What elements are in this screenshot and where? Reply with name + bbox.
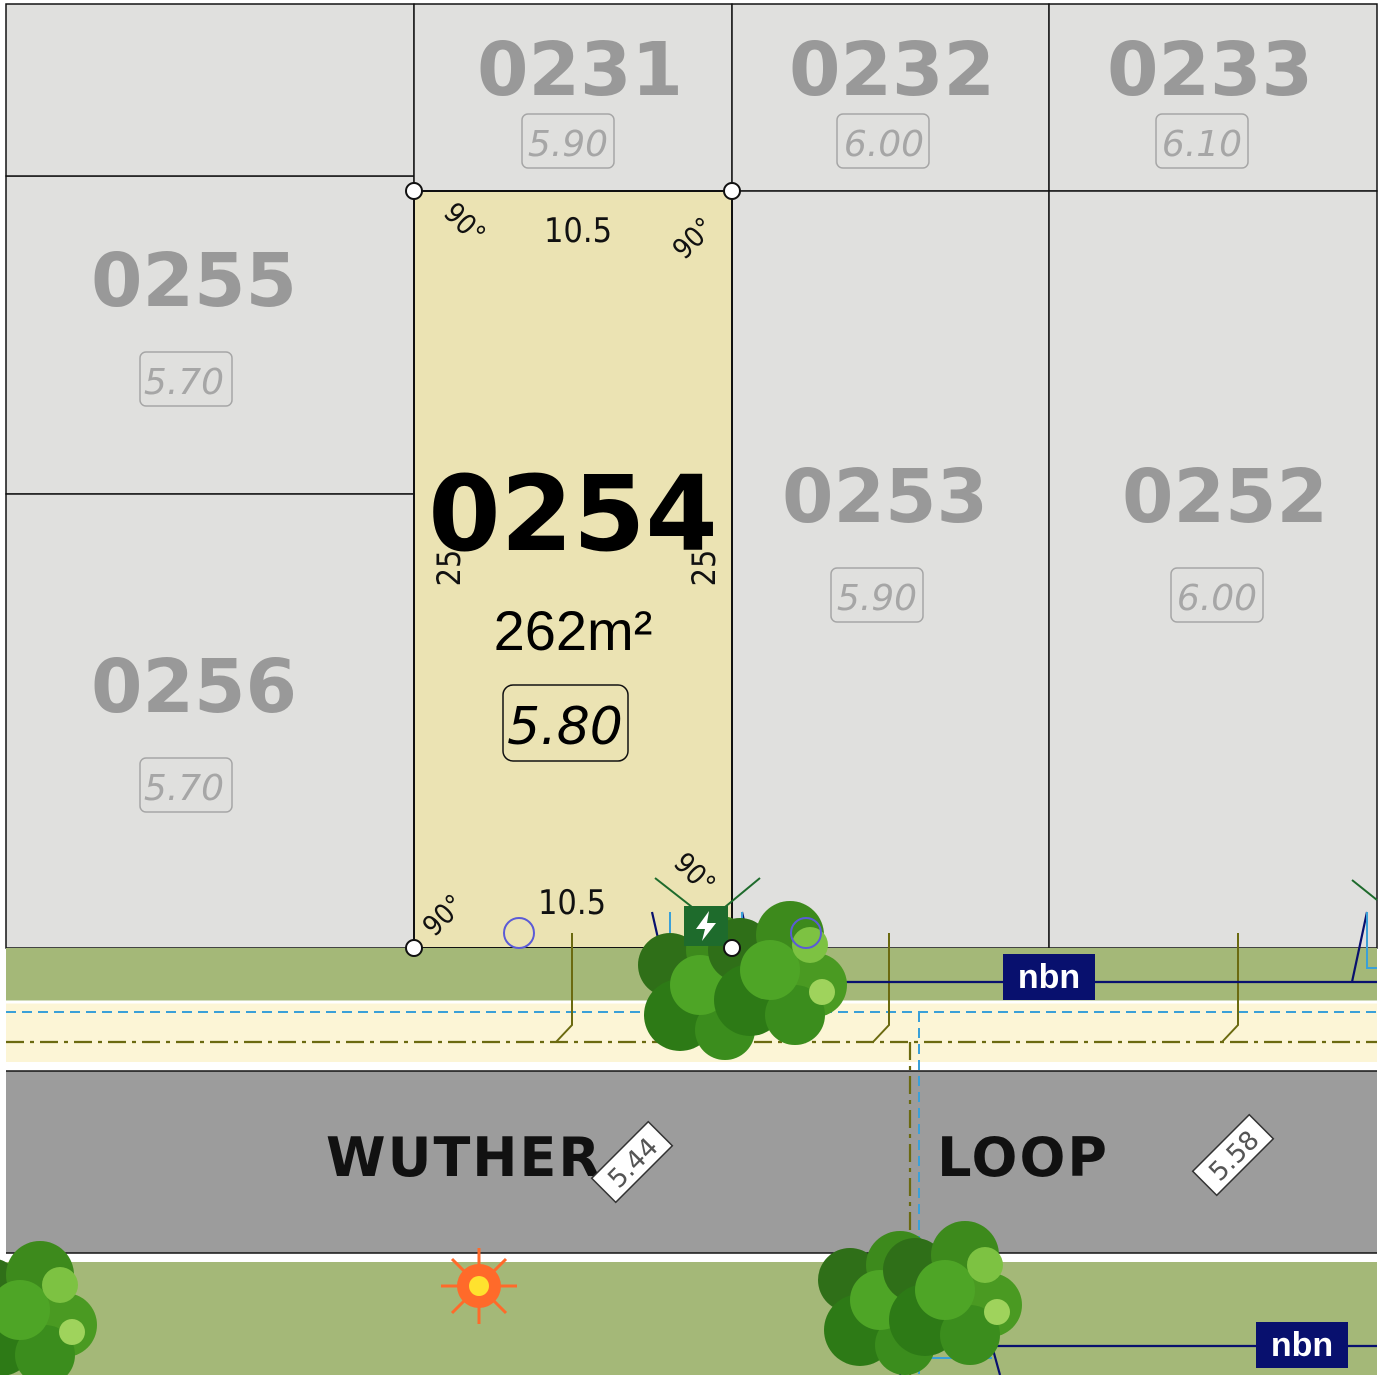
street-name-part2: LOOP xyxy=(937,1126,1109,1189)
lot-0232-level: 6.00 xyxy=(844,124,924,165)
verge-south xyxy=(6,1262,1377,1375)
lot-0252-number: 0252 xyxy=(1122,454,1328,540)
lot-0256-level: 5.70 xyxy=(144,768,224,809)
selected-lot-level: 5.80 xyxy=(507,697,623,757)
lot-plan-map: 0231 5.90 0232 6.00 0233 6.10 0255 5.70 … xyxy=(0,0,1387,1375)
lot-0255-level: 5.70 xyxy=(144,362,224,403)
depth-right-dimension: 25 xyxy=(685,550,723,587)
lot-0253-parcel[interactable] xyxy=(731,190,1050,949)
sun-icon xyxy=(441,1248,517,1324)
lot-0253-number: 0253 xyxy=(782,454,988,540)
lot-0253-level: 5.90 xyxy=(837,578,917,619)
lot-0255-number: 0255 xyxy=(91,238,297,324)
frontage-bottom-dimension: 10.5 xyxy=(538,883,606,923)
nbn-badge[interactable]: nbn xyxy=(1256,1322,1348,1368)
lot-0233-number: 0233 xyxy=(1107,27,1313,113)
nbn-label: nbn xyxy=(1271,1326,1333,1364)
nbn-label: nbn xyxy=(1018,958,1080,996)
lot-0256-number: 0256 xyxy=(91,644,297,730)
street-name-part1: WUTHER xyxy=(326,1126,602,1189)
selected-lot-area: 262m² xyxy=(494,599,653,662)
lot-0233-level: 6.10 xyxy=(1162,124,1242,165)
road-surface xyxy=(6,1071,1377,1253)
lot-0252-level: 6.00 xyxy=(1177,578,1257,619)
lot-0255-parcel[interactable] xyxy=(5,175,415,495)
lot-0231-number: 0231 xyxy=(477,27,683,113)
nbn-badge[interactable]: nbn xyxy=(1003,954,1095,1000)
lot-0252-parcel[interactable] xyxy=(1048,190,1378,949)
frontage-top-dimension: 10.5 xyxy=(544,211,612,251)
depth-left-dimension: 25 xyxy=(430,550,468,587)
lot-top-left-parcel[interactable] xyxy=(5,3,415,177)
lot-0231-level: 5.90 xyxy=(528,124,608,165)
selected-lot-number: 0254 xyxy=(428,453,717,575)
lightning-bolt-icon[interactable] xyxy=(684,906,728,946)
lot-0232-number: 0232 xyxy=(789,27,995,113)
